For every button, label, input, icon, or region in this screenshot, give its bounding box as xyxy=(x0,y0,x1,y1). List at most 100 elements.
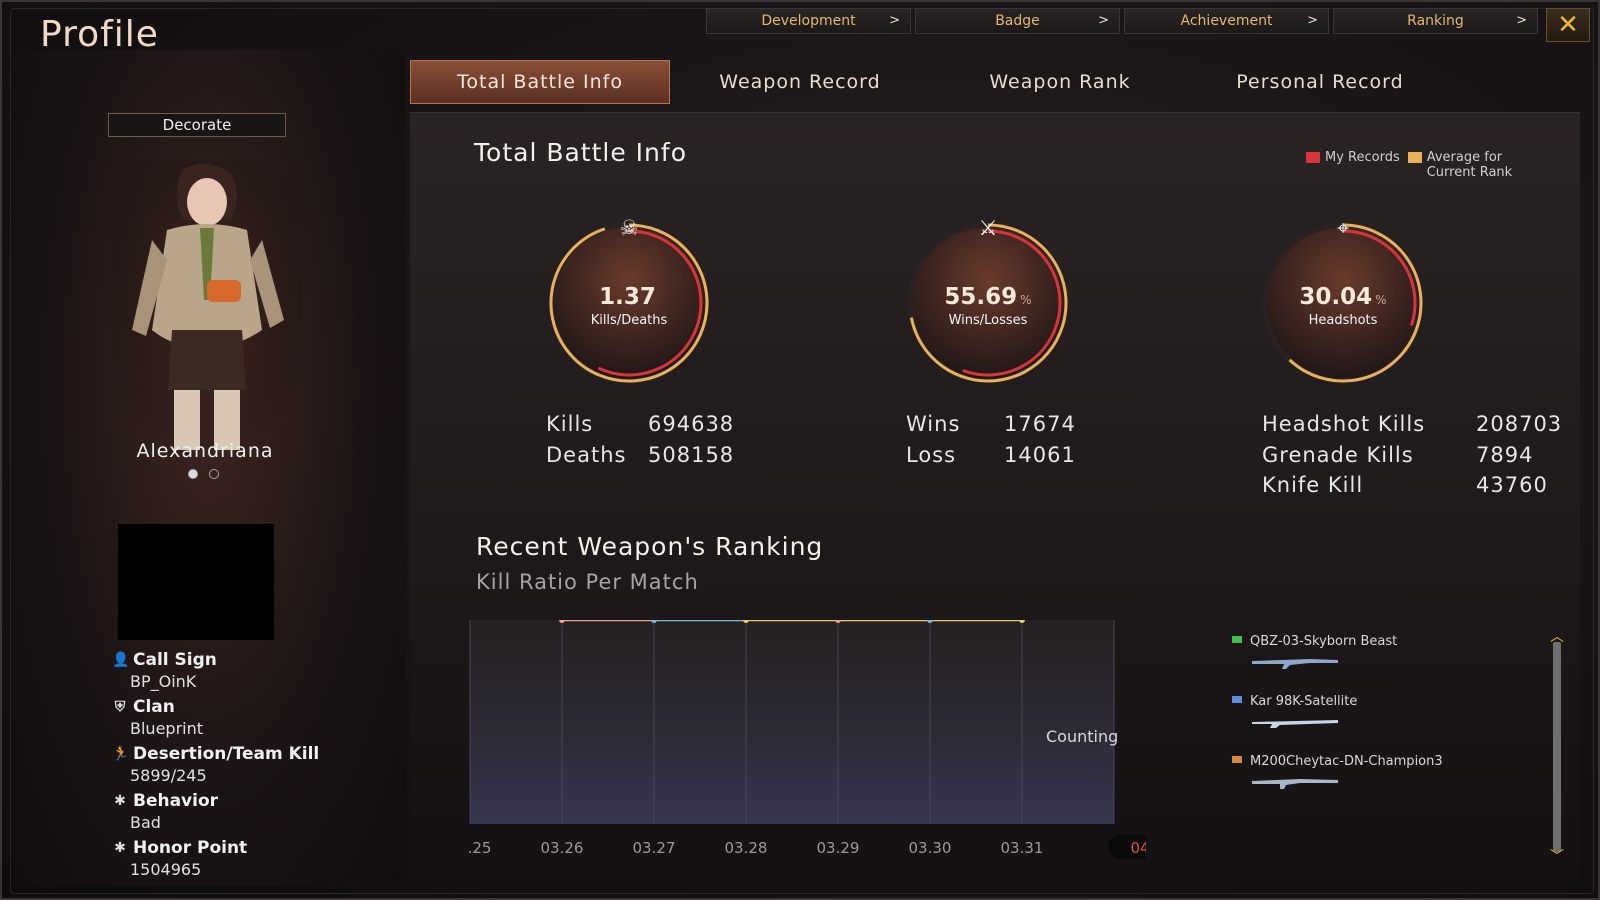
stat-value: 508158 xyxy=(648,443,735,467)
crosshair-knife-icon: ⌖ xyxy=(1337,215,1349,240)
gauge-label: Wins/Losses xyxy=(948,313,1028,328)
runner-icon: 🏃 xyxy=(112,746,130,762)
clan-label: Clan xyxy=(133,697,175,717)
legend-average: Average for Current Rank xyxy=(1407,150,1535,180)
ranking-title: Recent Weapon's Ranking xyxy=(476,532,824,561)
weapon-swatch xyxy=(1232,696,1242,703)
weapon-name: M200Cheytac-DN-Champion3 xyxy=(1250,754,1443,769)
stat-label: Deaths xyxy=(546,443,627,467)
stat-label: Headshot Kills xyxy=(1262,412,1426,436)
x-tick-label[interactable]: 03.31 xyxy=(1001,839,1044,857)
close-icon: ✕ xyxy=(1557,10,1579,40)
desertion-label: Desertion/Team Kill xyxy=(133,744,320,764)
gauge-headshots: ⌖ 30.04% Headshots xyxy=(1258,216,1428,388)
character-portrait xyxy=(112,160,302,450)
gear-icon: ✱ xyxy=(114,793,126,809)
honor-point-item: ✱ Honor Point 1504965 xyxy=(112,836,372,881)
clan-emblem xyxy=(118,524,274,640)
character-pager xyxy=(188,469,219,479)
weapon-name: QBZ-03-Skyborn Beast xyxy=(1250,634,1398,649)
profile-info-list: 👤 Call Sign BP_OinK ⛨ Clan Blueprint 🏃 Dese… xyxy=(112,648,372,883)
x-tick-label[interactable]: 03.28 xyxy=(725,839,768,857)
honor-point-label: Honor Point xyxy=(133,838,248,858)
rifle-icon xyxy=(1252,659,1338,669)
weapon-ranking-chart: 03.25 03.26 03.27 03.28 03.29 03.30 03.31 04.01 xyxy=(468,620,1146,859)
gauge-value: 30.04% xyxy=(1299,284,1387,310)
ranking-subtitle: Kill Ratio Per Match xyxy=(476,570,699,594)
x-tick-label[interactable]: 03.29 xyxy=(817,839,860,857)
legend-my-records: My Records xyxy=(1306,150,1400,180)
stat-label: Kills xyxy=(546,412,594,436)
decorate-button[interactable]: Decorate xyxy=(108,113,286,137)
weapon-list: QBZ-03-Skyborn Beast Kar 98K-Satellite M… xyxy=(1232,634,1492,814)
chevron-right-icon: > xyxy=(889,13,900,28)
x-tick-label[interactable]: 03.30 xyxy=(909,839,952,857)
pager-dot-2[interactable] xyxy=(209,469,219,479)
gauge-value: 55.69% xyxy=(944,284,1032,310)
legend-swatch-average xyxy=(1407,152,1422,163)
chevron-right-icon: > xyxy=(1516,13,1527,28)
badge-button[interactable]: Badge > xyxy=(915,8,1120,34)
counting-label: Counting xyxy=(1046,727,1119,746)
weapon-list-scrollbar[interactable]: ︿ ﹀ xyxy=(1548,630,1566,864)
gauge-kills-deaths: ☠ 1.37 Kills/Deaths xyxy=(544,216,714,388)
ranking-button[interactable]: Ranking > xyxy=(1333,8,1538,34)
tab-personal-record[interactable]: Personal Record xyxy=(1190,60,1450,104)
stat-label: Wins xyxy=(906,412,961,436)
close-button[interactable]: ✕ xyxy=(1546,8,1590,42)
weapon-item[interactable]: Kar 98K-Satellite xyxy=(1232,694,1492,754)
page-title: Profile xyxy=(40,14,159,55)
desertion-value: 5899/245 xyxy=(130,766,207,785)
x-tick-label[interactable]: 04.01 xyxy=(1131,839,1146,857)
rifle-icon xyxy=(1252,720,1338,728)
desertion-item: 🏃 Desertion/Team Kill 5899/245 xyxy=(112,742,372,787)
x-tick-label[interactable]: 03.26 xyxy=(541,839,584,857)
x-tick-label[interactable]: 03.27 xyxy=(633,839,676,857)
gauge-label: Kills/Deaths xyxy=(590,313,668,328)
stat-value: 694638 xyxy=(648,412,735,436)
gauge-value: 1.37 xyxy=(599,284,656,310)
tab-weapon-record[interactable]: Weapon Record xyxy=(670,60,930,104)
chart-plot-area xyxy=(470,620,1114,824)
development-button[interactable]: Development > xyxy=(706,8,911,34)
clan-value: Blueprint xyxy=(130,719,203,738)
behavior-value: Bad xyxy=(130,813,161,832)
weapon-item[interactable]: QBZ-03-Skyborn Beast xyxy=(1232,634,1492,694)
gauge-label: Headshots xyxy=(1308,313,1378,328)
call-sign-item: 👤 Call Sign BP_OinK xyxy=(112,648,372,693)
profile-tabs: Total Battle Info Weapon Record Weapon R… xyxy=(410,60,1450,104)
stat-value: 208703 xyxy=(1476,412,1563,436)
achievement-button[interactable]: Achievement > xyxy=(1124,8,1329,34)
tab-total-battle-info[interactable]: Total Battle Info xyxy=(410,60,670,104)
honor-point-value: 1504965 xyxy=(130,860,202,879)
gauge-wins-losses: ⚔ 55.69% Wins/Losses xyxy=(903,216,1073,388)
weapon-name: Kar 98K-Satellite xyxy=(1250,694,1358,709)
stat-label: Knife Kill xyxy=(1262,473,1364,497)
pager-dot-1[interactable] xyxy=(188,469,198,479)
weapon-item[interactable]: M200Cheytac-DN-Champion3 xyxy=(1232,754,1492,814)
weapon-swatch xyxy=(1232,756,1242,763)
crossed-rifles-icon: ⚔ xyxy=(978,216,998,240)
behavior-label: Behavior xyxy=(133,791,219,811)
person-icon: 👤 xyxy=(112,652,130,668)
stat-value: 43760 xyxy=(1476,473,1548,497)
stat-value: 7894 xyxy=(1476,443,1534,467)
rifle-icon xyxy=(1252,779,1338,789)
character-name: Alexandriana xyxy=(136,440,274,462)
top-nav: Development > Badge > Achievement > Ranking… xyxy=(706,8,1538,34)
chart-legend: My Records Average for Current Rank xyxy=(1306,150,1535,180)
x-tick-label[interactable]: 03.25 xyxy=(468,839,491,857)
section-title: Total Battle Info xyxy=(474,138,687,167)
clan-icon: ⛨ xyxy=(114,699,126,715)
scroll-up-icon[interactable]: ︿ xyxy=(1548,630,1566,644)
chevron-right-icon: > xyxy=(1307,13,1318,28)
scroll-down-icon[interactable]: ﹀ xyxy=(1548,850,1566,864)
tab-weapon-rank[interactable]: Weapon Rank xyxy=(930,60,1190,104)
behavior-item: ✱ Behavior Bad xyxy=(112,789,372,834)
weapon-swatch xyxy=(1232,636,1242,643)
stat-label: Grenade Kills xyxy=(1262,443,1414,467)
scroll-thumb[interactable] xyxy=(1553,642,1561,852)
chevron-right-icon: > xyxy=(1098,13,1109,28)
call-sign-label: Call Sign xyxy=(133,650,217,670)
clan-item: ⛨ Clan Blueprint xyxy=(112,695,372,740)
